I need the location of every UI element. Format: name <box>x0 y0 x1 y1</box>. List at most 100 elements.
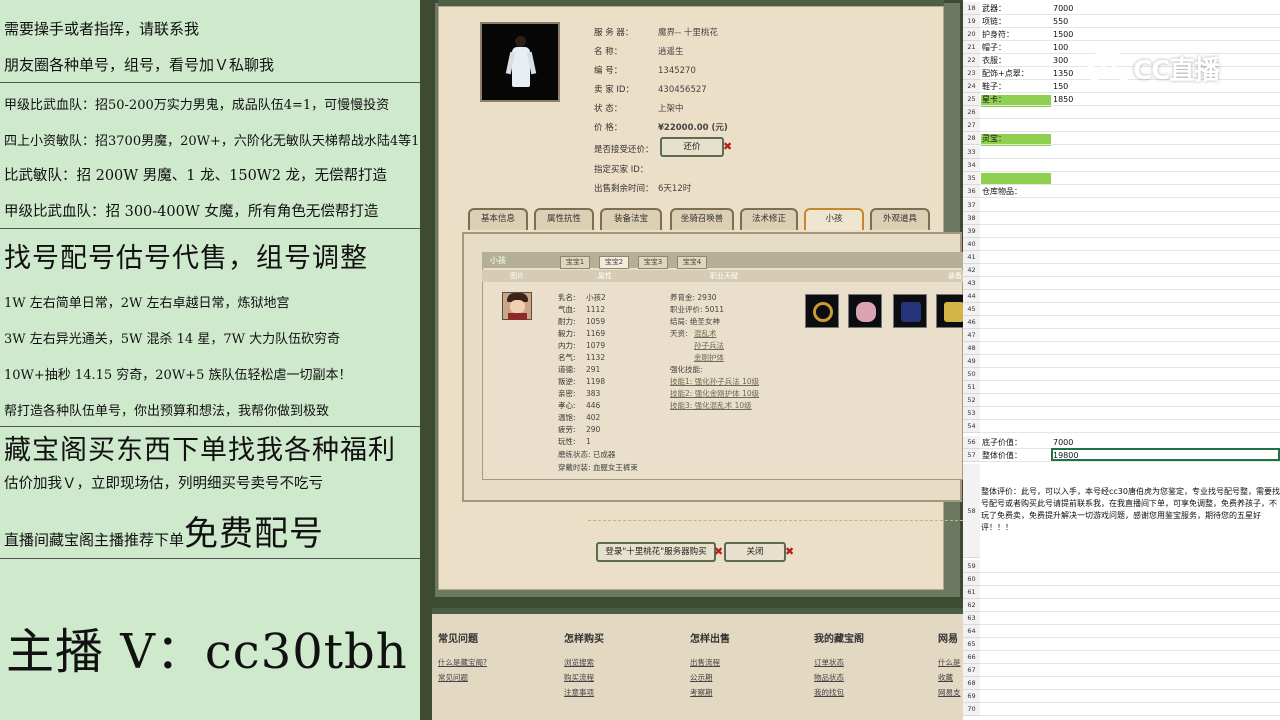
info-buyer: 指定买家 ID： <box>594 165 649 175</box>
footer-link[interactable]: 考察期 <box>690 687 713 698</box>
tab-child[interactable]: 小孩 <box>804 208 864 230</box>
footer-link[interactable]: 出售流程 <box>690 657 720 668</box>
equipment-slot[interactable] <box>936 294 963 328</box>
footer-col-title: 网易 <box>938 634 958 645</box>
promo-text: 直播间藏宝阁主播推荐下单 <box>4 531 185 549</box>
pouch-icon <box>856 302 876 322</box>
child-stat: 亲密: 383 <box>558 389 601 398</box>
cc-logo-text: CC直播 <box>1133 56 1220 86</box>
child-career-eval: 职业评价: 5011 <box>670 305 724 314</box>
close-button[interactable]: 关闭 <box>724 542 786 562</box>
grid-line <box>980 624 1280 625</box>
footer-link[interactable]: 公示期 <box>690 672 713 683</box>
child-box <box>482 252 963 480</box>
bargain-button[interactable]: 还价 <box>660 137 724 157</box>
evaluation-text: 整体评价：此号，可以入手，本号经cc30唐伯虎为您鉴定，专业找号配号整，需要找号… <box>981 487 1280 532</box>
game-window: 服 务 器： 魔界-- 十里桃花 名 称： 逍遥生 编 号： 1345270 卖 家 … <box>420 0 963 720</box>
skill-link[interactable]: 技能2: 强化金刚护体 10级 <box>670 388 759 399</box>
divider <box>0 426 420 427</box>
subtab-baby-2[interactable]: 宝宝2 <box>599 256 629 269</box>
grid-line <box>980 380 1280 381</box>
row-number: 58 <box>963 464 980 558</box>
grid-line <box>980 302 1280 303</box>
subtab-baby-4[interactable]: 宝宝4 <box>677 256 707 269</box>
skill-link[interactable]: 技能1: 强化孙子兵法 10级 <box>670 376 759 387</box>
row-number: 50 <box>963 368 980 381</box>
row-number: 22 <box>963 54 980 67</box>
grid-line <box>980 250 1280 251</box>
talent-link[interactable]: 孙子兵法 <box>694 340 724 351</box>
child-box-header: 小孩 <box>482 252 963 268</box>
grid-line <box>980 224 1280 225</box>
grid-line <box>980 650 1280 651</box>
child-stat: 名气: 1132 <box>558 353 606 362</box>
subtab-baby-1[interactable]: 宝宝1 <box>560 256 590 269</box>
selected-cell[interactable] <box>1051 448 1280 461</box>
tab-spell-correction[interactable]: 法术修正 <box>740 208 798 230</box>
footer-link[interactable]: 什么是藏宝阁? <box>438 657 487 668</box>
grid-line <box>980 393 1280 394</box>
promo-line: 甲级比武血队：招50-200万实力男鬼，成品队伍4=1，可慢慢投资 <box>4 98 390 113</box>
divider <box>0 82 420 83</box>
grid-line <box>980 14 1280 15</box>
equipment-slot[interactable] <box>805 294 839 328</box>
grid-line <box>980 289 1280 290</box>
child-stat: 叛逆: 1198 <box>558 377 606 386</box>
subtab-baby-3[interactable]: 宝宝3 <box>638 256 668 269</box>
child-stat: 疲劳: 290 <box>558 425 601 434</box>
divider <box>0 228 420 229</box>
grid-line <box>980 328 1280 329</box>
footer-link[interactable]: 注意事项 <box>564 687 594 698</box>
footer-link[interactable]: 网易支 <box>938 687 961 698</box>
grid-line <box>980 211 1280 212</box>
grid-line <box>980 131 1280 132</box>
footer-link[interactable]: 购买流程 <box>564 672 594 683</box>
footer-link[interactable]: 订单状态 <box>814 657 844 668</box>
equipment-slot[interactable] <box>848 294 882 328</box>
tab-basic-info[interactable]: 基本信息 <box>468 208 528 230</box>
promo-line: 甲级比武血队：招 300-400W 女魔，所有角色无偿帮打造 <box>4 204 379 220</box>
footer-link[interactable]: 浏览搜索 <box>564 657 594 668</box>
grid-line <box>980 419 1280 420</box>
equipment-slot[interactable] <box>893 294 927 328</box>
tab-attributes[interactable]: 属性抗性 <box>534 208 594 230</box>
child-stat: 耐力: 1059 <box>558 317 606 326</box>
row-number: 34 <box>963 159 980 172</box>
grid-line <box>980 715 1280 716</box>
promo-line: 10W+抽秒 14.15 穷奇，20W+5 族队伍轻松虐一切副本！ <box>4 368 352 383</box>
footer-link[interactable]: 物品状态 <box>814 672 844 683</box>
login-buy-button[interactable]: 登录"十里桃花"服务器购买 <box>596 542 716 562</box>
info-id: 编 号： 1345270 <box>594 66 696 76</box>
child-stat: 毅力: 1169 <box>558 329 606 338</box>
close-x-icon: ✖ <box>785 545 795 558</box>
info-status: 状 态： 上架中 <box>594 104 684 114</box>
skill-link[interactable]: 技能3: 强化混乱术 10级 <box>670 400 752 411</box>
child-stat: 气血: 1112 <box>558 305 606 314</box>
grid-line <box>980 611 1280 612</box>
tab-equipment[interactable]: 装备法宝 <box>600 208 662 230</box>
child-ending: 结局: 绝圣女神 <box>670 317 720 326</box>
footer-link[interactable]: 什么是 <box>938 657 961 668</box>
row-number: 48 <box>963 342 980 355</box>
row-number: 36 <box>963 185 980 198</box>
info-bargain: 是否接受还价： <box>594 145 654 155</box>
footer-link[interactable]: 常见问题 <box>438 672 468 683</box>
tab-appearance[interactable]: 外观道具 <box>870 208 930 230</box>
row-number: 40 <box>963 238 980 251</box>
footer-link[interactable]: 我的找包 <box>814 687 844 698</box>
row-number: 53 <box>963 407 980 420</box>
row-number: 25 <box>963 93 980 106</box>
child-stat: 道德: 291 <box>558 365 601 374</box>
tab-mounts-pets[interactable]: 坐骑召唤兽 <box>670 208 734 230</box>
child-skills-label: 强化技能: <box>670 365 703 374</box>
row-number: 62 <box>963 599 980 612</box>
talent-link[interactable]: 金刚护体 <box>694 352 724 363</box>
child-stat: 玩性: 1 <box>558 437 591 446</box>
talent-link[interactable]: 混乱术 <box>694 328 717 339</box>
grid-line <box>980 341 1280 342</box>
col-attributes: 属性 <box>598 272 612 280</box>
row-number: 19 <box>963 15 980 28</box>
grid-line <box>980 598 1280 599</box>
info-server: 服 务 器： 魔界-- 十里桃花 <box>594 28 718 38</box>
footer-link[interactable]: 收藏 <box>938 672 953 683</box>
